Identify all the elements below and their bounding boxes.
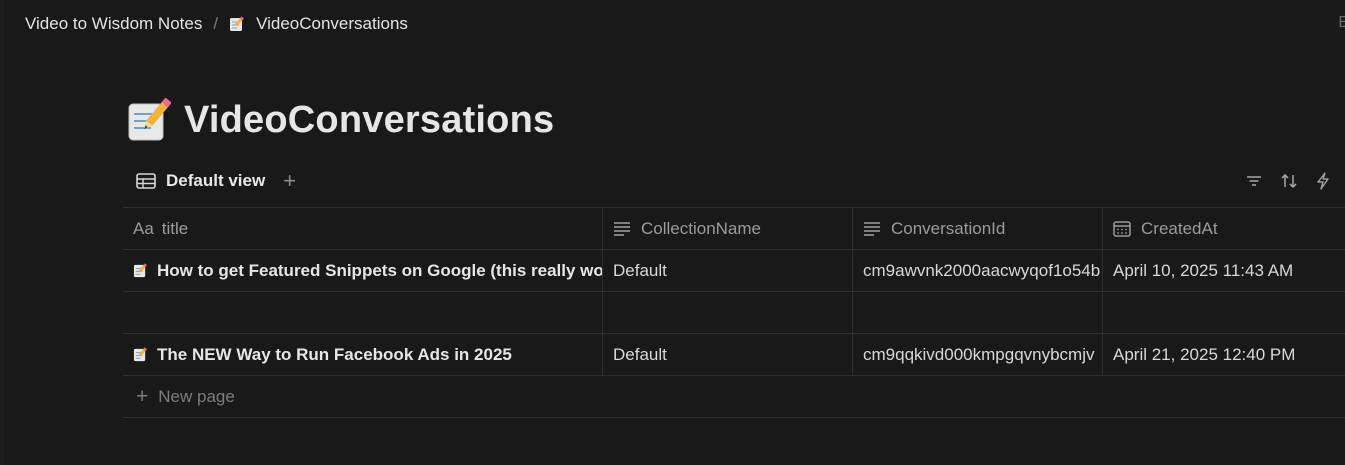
breadcrumb-current[interactable]: VideoConversations (229, 14, 408, 34)
breadcrumb-parent[interactable]: Video to Wisdom Notes (25, 14, 202, 34)
conversation-id-cell[interactable]: cm9qqkivd000kmpgqvnybcmjv (852, 334, 1102, 375)
plus-icon: + (136, 385, 149, 408)
collection-cell[interactable]: Default (602, 250, 852, 291)
new-page-label: New page (158, 386, 235, 406)
table-row[interactable]: How to get Featured Snippets on Google (… (123, 249, 1345, 291)
sidebar-edge (0, 0, 4, 465)
title-cell[interactable]: How to get Featured Snippets on Google (… (123, 250, 602, 291)
memo-icon (229, 16, 245, 32)
column-header-label: ConversationId (891, 218, 1006, 238)
page-title: VideoConversations (127, 97, 554, 142)
tab-default-view-label: Default view (166, 171, 266, 190)
title-text: The NEW Way to Run Facebook Ads in 2025 (157, 344, 512, 364)
memo-icon[interactable] (127, 97, 172, 142)
column-header-label: CreatedAt (1141, 218, 1218, 238)
column-header-collectionname[interactable]: CollectionName (602, 208, 852, 249)
collection-cell[interactable] (602, 292, 852, 333)
title-cell[interactable] (123, 292, 602, 333)
automation-icon[interactable] (1315, 172, 1331, 190)
column-header-createdat[interactable]: CreatedAt (1102, 208, 1345, 249)
view-toolbar (1228, 172, 1331, 190)
memo-icon (133, 263, 148, 278)
created-at-cell[interactable]: April 21, 2025 12:40 PM (1102, 334, 1345, 375)
conversation-id-cell[interactable] (852, 292, 1102, 333)
conversation-id-cell[interactable]: cm9awvnk2000aacwyqof1o54b (852, 250, 1102, 291)
title-cell[interactable]: The NEW Way to Run Facebook Ads in 2025 (123, 334, 602, 375)
topbar-clipped-text: E (1338, 14, 1345, 31)
created-at-cell[interactable] (1102, 292, 1345, 333)
text-lines-icon (613, 221, 631, 237)
table-header-row: Aa title CollectionName ConversationId C… (123, 207, 1345, 249)
breadcrumb: Video to Wisdom Notes / VideoConversatio… (25, 12, 408, 36)
sort-icon[interactable] (1280, 172, 1298, 190)
collection-cell[interactable]: Default (602, 334, 852, 375)
table-icon (136, 173, 156, 189)
calendar-icon (1113, 220, 1131, 237)
column-header-conversationid[interactable]: ConversationId (852, 208, 1102, 249)
column-header-label: title (161, 218, 189, 238)
text-lines-icon (863, 221, 881, 237)
column-header-label: CollectionName (641, 218, 761, 238)
breadcrumb-current-label: VideoConversations (256, 14, 408, 33)
table-row[interactable] (123, 291, 1345, 333)
tab-default-view[interactable]: Default view (136, 171, 265, 191)
table-row[interactable]: The NEW Way to Run Facebook Ads in 2025 … (123, 333, 1345, 375)
column-header-title[interactable]: Aa title (123, 208, 602, 249)
text-type-icon: Aa (133, 218, 154, 238)
database-table: Aa title CollectionName ConversationId C… (123, 207, 1345, 418)
add-view-button[interactable]: + (283, 170, 296, 192)
new-page-button[interactable]: + New page (123, 375, 1345, 418)
filter-icon[interactable] (1245, 172, 1263, 190)
created-at-cell[interactable]: April 10, 2025 11:43 AM (1102, 250, 1345, 291)
title-text: How to get Featured Snippets on Google (… (157, 260, 602, 280)
view-bar: Default view + (136, 170, 296, 192)
breadcrumb-separator: / (213, 14, 219, 33)
memo-icon (133, 347, 148, 362)
page-title-text[interactable]: VideoConversations (184, 99, 554, 142)
